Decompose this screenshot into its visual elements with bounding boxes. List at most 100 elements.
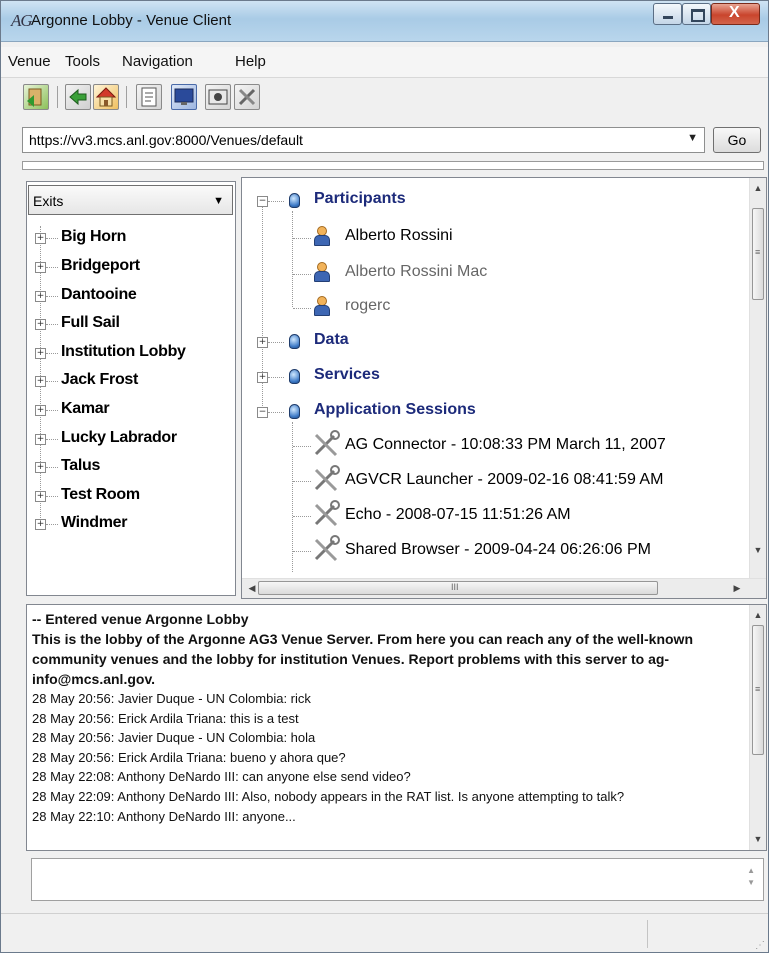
- data-node[interactable]: Data: [314, 331, 349, 349]
- address-bar: https://vv3.mcs.anl.gov:8000/Venues/defa…: [1, 119, 768, 159]
- chat-log-panel: -- Entered venue Argonne Lobby This is t…: [26, 604, 767, 851]
- exit-label: Full Sail: [61, 314, 120, 331]
- chevron-down-icon[interactable]: ▼: [687, 132, 698, 144]
- exit-item[interactable]: + Windmer: [27, 511, 232, 537]
- services-node[interactable]: Services: [314, 366, 380, 384]
- menu-venue[interactable]: Venue: [8, 53, 51, 70]
- application-session-item[interactable]: AGVCR Launcher - 2009-02-16 08:41:59 AM: [345, 471, 663, 489]
- menu-tools[interactable]: Tools: [65, 53, 100, 70]
- exit-item[interactable]: + Bridgeport: [27, 254, 232, 280]
- exit-item[interactable]: + Lucky Labrador: [27, 426, 232, 452]
- expand-icon[interactable]: +: [35, 233, 46, 244]
- expand-icon[interactable]: +: [35, 291, 46, 302]
- scroll-up-icon[interactable]: ▲: [750, 180, 766, 196]
- exits-dropdown-value: Exits: [33, 193, 64, 209]
- exit-label: Windmer: [61, 514, 128, 531]
- exit-item[interactable]: + Big Horn: [27, 225, 232, 251]
- expand-icon[interactable]: +: [35, 491, 46, 502]
- document-icon[interactable]: [136, 84, 162, 110]
- participant-item[interactable]: rogerc: [345, 297, 390, 315]
- participant-item[interactable]: Alberto Rossini Mac: [345, 263, 487, 281]
- title-bar[interactable]: AG Argonne Lobby - Venue Client X: [1, 1, 768, 42]
- venue-client-window: AG Argonne Lobby - Venue Client X Venue …: [0, 0, 769, 953]
- venue-description-line: This is the lobby of the Argonne AG3 Ven…: [32, 631, 693, 647]
- expand-icon[interactable]: +: [257, 372, 268, 383]
- expand-icon[interactable]: +: [35, 519, 46, 530]
- minimize-button[interactable]: [653, 3, 682, 25]
- expand-icon[interactable]: +: [35, 319, 46, 330]
- tree-connector: [293, 516, 311, 517]
- maximize-button[interactable]: [682, 3, 711, 25]
- venue-url-combobox[interactable]: https://vv3.mcs.anl.gov:8000/Venues/defa…: [22, 127, 705, 153]
- toolbar-separator: [57, 86, 58, 108]
- exit-item[interactable]: + Dantooine: [27, 283, 232, 309]
- expand-icon[interactable]: +: [35, 434, 46, 445]
- exit-item[interactable]: + Kamar: [27, 397, 232, 423]
- toolbar-separator: [126, 86, 127, 108]
- expand-icon[interactable]: +: [257, 337, 268, 348]
- exit-label: Big Horn: [61, 228, 127, 245]
- scroll-down-icon[interactable]: ▼: [750, 831, 766, 847]
- close-button[interactable]: X: [711, 3, 760, 25]
- participants-node[interactable]: Participants: [314, 190, 406, 208]
- expand-icon[interactable]: +: [35, 262, 46, 273]
- expand-icon[interactable]: +: [35, 376, 46, 387]
- monitor-icon[interactable]: [171, 84, 197, 110]
- application-session-item[interactable]: AG Connector - 10:08:33 PM March 11, 200…: [345, 436, 666, 454]
- application-tools-icon: [314, 465, 340, 492]
- tools-icon[interactable]: [234, 84, 260, 110]
- scroll-right-icon[interactable]: ▶: [729, 580, 745, 596]
- scroll-thumb[interactable]: ≡: [752, 625, 764, 755]
- scroll-grip: III: [451, 582, 459, 592]
- close-icon: X: [729, 4, 740, 21]
- tree-connector: [268, 377, 284, 378]
- entered-venue-message: -- Entered venue Argonne Lobby: [32, 611, 249, 627]
- chat-input-spinner-icon[interactable]: ▲ ▼: [747, 865, 755, 889]
- exit-item[interactable]: + Full Sail: [27, 311, 232, 337]
- exit-item[interactable]: + Jack Frost: [27, 368, 232, 394]
- status-separator: [647, 920, 648, 948]
- application-session-item[interactable]: Shared Browser - 2009-04-24 06:26:06 PM: [345, 541, 651, 559]
- exit-label: Lucky Labrador: [61, 429, 177, 446]
- tree-vertical-scrollbar[interactable]: ▲ ≡ ▼: [749, 178, 766, 578]
- expand-icon[interactable]: +: [35, 348, 46, 359]
- scroll-up-icon[interactable]: ▲: [750, 607, 766, 623]
- menu-navigation[interactable]: Navigation: [122, 53, 193, 70]
- menu-help[interactable]: Help: [235, 53, 266, 70]
- scroll-thumb[interactable]: ≡: [752, 208, 764, 300]
- expand-icon[interactable]: +: [35, 405, 46, 416]
- exit-item[interactable]: + Test Room: [27, 483, 232, 509]
- enter-venue-icon[interactable]: [23, 84, 49, 110]
- exits-dropdown[interactable]: Exits ▼: [28, 185, 233, 215]
- exit-item[interactable]: + Talus: [27, 454, 232, 480]
- expand-icon[interactable]: +: [35, 462, 46, 473]
- collapse-icon[interactable]: −: [257, 407, 268, 418]
- chevron-down-icon: ▼: [213, 195, 224, 207]
- chat-input-field[interactable]: ▲ ▼: [31, 858, 764, 901]
- exit-item[interactable]: + Institution Lobby: [27, 340, 232, 366]
- participant-item[interactable]: Alberto Rossini: [345, 227, 453, 245]
- back-icon[interactable]: [65, 84, 91, 110]
- tree-connector: [293, 551, 311, 552]
- collapse-icon[interactable]: −: [257, 196, 268, 207]
- scroll-thumb[interactable]: III: [258, 581, 658, 595]
- window-title: Argonne Lobby - Venue Client: [31, 12, 232, 29]
- chat-vertical-scrollbar[interactable]: ▲ ≡ ▼: [749, 605, 766, 850]
- application-sessions-node[interactable]: Application Sessions: [314, 401, 476, 419]
- video-icon[interactable]: [205, 84, 231, 110]
- tree-connector: [46, 324, 58, 325]
- tree-connector: [293, 238, 311, 239]
- person-body: [314, 235, 330, 246]
- scroll-down-icon[interactable]: ▼: [750, 542, 766, 558]
- go-button[interactable]: Go: [713, 127, 761, 153]
- tree-connector: [46, 267, 58, 268]
- participant-icon: [313, 296, 331, 316]
- group-bulb-icon: [289, 404, 300, 419]
- home-icon[interactable]: [93, 84, 119, 110]
- application-session-item[interactable]: Echo - 2008-07-15 11:51:26 AM: [345, 506, 571, 524]
- tree-connector: [46, 496, 58, 497]
- status-bar: ⋰: [1, 913, 768, 952]
- tree-horizontal-scrollbar[interactable]: ◀ III ▶: [242, 578, 766, 598]
- chat-log: -- Entered venue Argonne Lobby This is t…: [32, 609, 747, 826]
- resize-grip-icon[interactable]: ⋰: [755, 940, 765, 951]
